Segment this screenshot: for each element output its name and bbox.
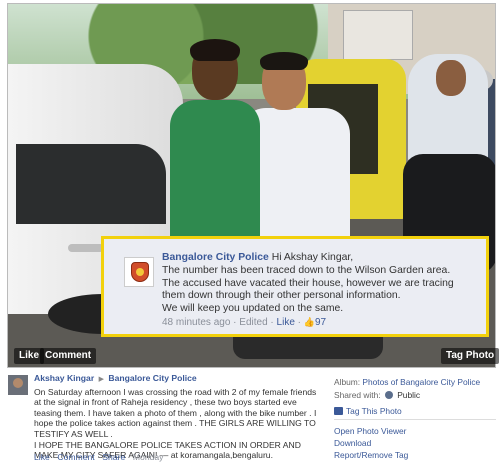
report-row: Report/Remove Tag: [334, 450, 408, 461]
photo-signboard: [343, 10, 413, 60]
police-reply-greeting: Hi Akshay Kingar,: [271, 252, 354, 263]
police-reply-line: The accused have vacated their house, ho…: [162, 277, 454, 289]
police-reply-line: We will keep you updated on the same.: [162, 303, 344, 315]
photo-car-window: [16, 144, 166, 224]
open-viewer-row: Open Photo Viewer: [334, 426, 406, 437]
police-reply-author[interactable]: Bangalore City Police: [162, 252, 269, 263]
post-body: On Saturday afternoon I was crossing the…: [34, 386, 317, 439]
photo-boy-hair: [190, 39, 240, 61]
police-avatar[interactable]: [124, 257, 154, 287]
police-reply-text: Bangalore City Police Hi Akshay Kingar, …: [162, 252, 488, 330]
post-target[interactable]: Bangalore City Police: [108, 373, 196, 383]
globe-icon: [384, 391, 393, 399]
post-author[interactable]: Akshay Kingar: [34, 373, 94, 383]
photo-right-rider-head: [436, 60, 466, 96]
post-share-link[interactable]: Share: [102, 452, 125, 462]
tag-this-photo-row[interactable]: Tag This Photo: [334, 406, 402, 417]
police-reply-time[interactable]: 48 minutes ago: [162, 317, 230, 328]
police-reply-line: The number has been traced down to the W…: [162, 264, 451, 276]
like-thumb-icon: 👍: [303, 316, 315, 327]
post-date[interactable]: Monday: [133, 452, 164, 462]
shared-value[interactable]: Public: [397, 390, 420, 400]
police-reply-line: them down through their other personal i…: [162, 290, 401, 302]
author-avatar[interactable]: [8, 375, 28, 395]
photo-comment-button[interactable]: Comment: [40, 348, 97, 364]
shared-row: Shared with: Public: [334, 390, 420, 401]
post-like-link[interactable]: Like: [34, 452, 50, 462]
shared-label: Shared with:: [334, 390, 381, 400]
open-photo-viewer-link[interactable]: Open Photo Viewer: [334, 426, 406, 436]
album-label: Album:: [334, 377, 361, 387]
post-actions: Like · Comment · Share · Monday: [34, 452, 164, 462]
post-caption: Akshay Kingar ▶ Bangalore City Police On…: [34, 373, 324, 461]
police-reply-like-count[interactable]: 97: [315, 317, 326, 328]
police-reply-meta: 48 minutes ago · Edited · Like · 👍97: [162, 316, 327, 328]
download-link[interactable]: Download: [334, 438, 371, 448]
police-emblem-icon: [131, 262, 149, 282]
police-reply-edited[interactable]: Edited: [239, 317, 267, 328]
police-reply-like[interactable]: Like: [277, 317, 295, 328]
tag-photo-button[interactable]: Tag Photo: [441, 348, 500, 364]
download-row: Download: [334, 438, 371, 449]
police-reply-highlight: Bangalore City Police Hi Akshay Kingar, …: [101, 236, 489, 337]
photo-boy-body: [170, 100, 260, 250]
photo-page: Like Comment Tag Photo Bangalore City Po…: [0, 0, 503, 466]
post-comment-link[interactable]: Comment: [57, 452, 94, 462]
tag-icon: [334, 407, 343, 415]
photo-man-hair: [260, 52, 308, 70]
album-link[interactable]: Photos of Bangalore City Police: [362, 377, 480, 387]
report-remove-tag-link[interactable]: Report/Remove Tag: [334, 450, 408, 460]
album-row: Album: Photos of Bangalore City Police: [334, 377, 480, 388]
photo-car-handle: [68, 244, 104, 252]
sidebar-divider: [334, 419, 496, 420]
tag-this-photo-link[interactable]: Tag This Photo: [346, 406, 402, 416]
arrow-right-icon: ▶: [98, 376, 104, 383]
